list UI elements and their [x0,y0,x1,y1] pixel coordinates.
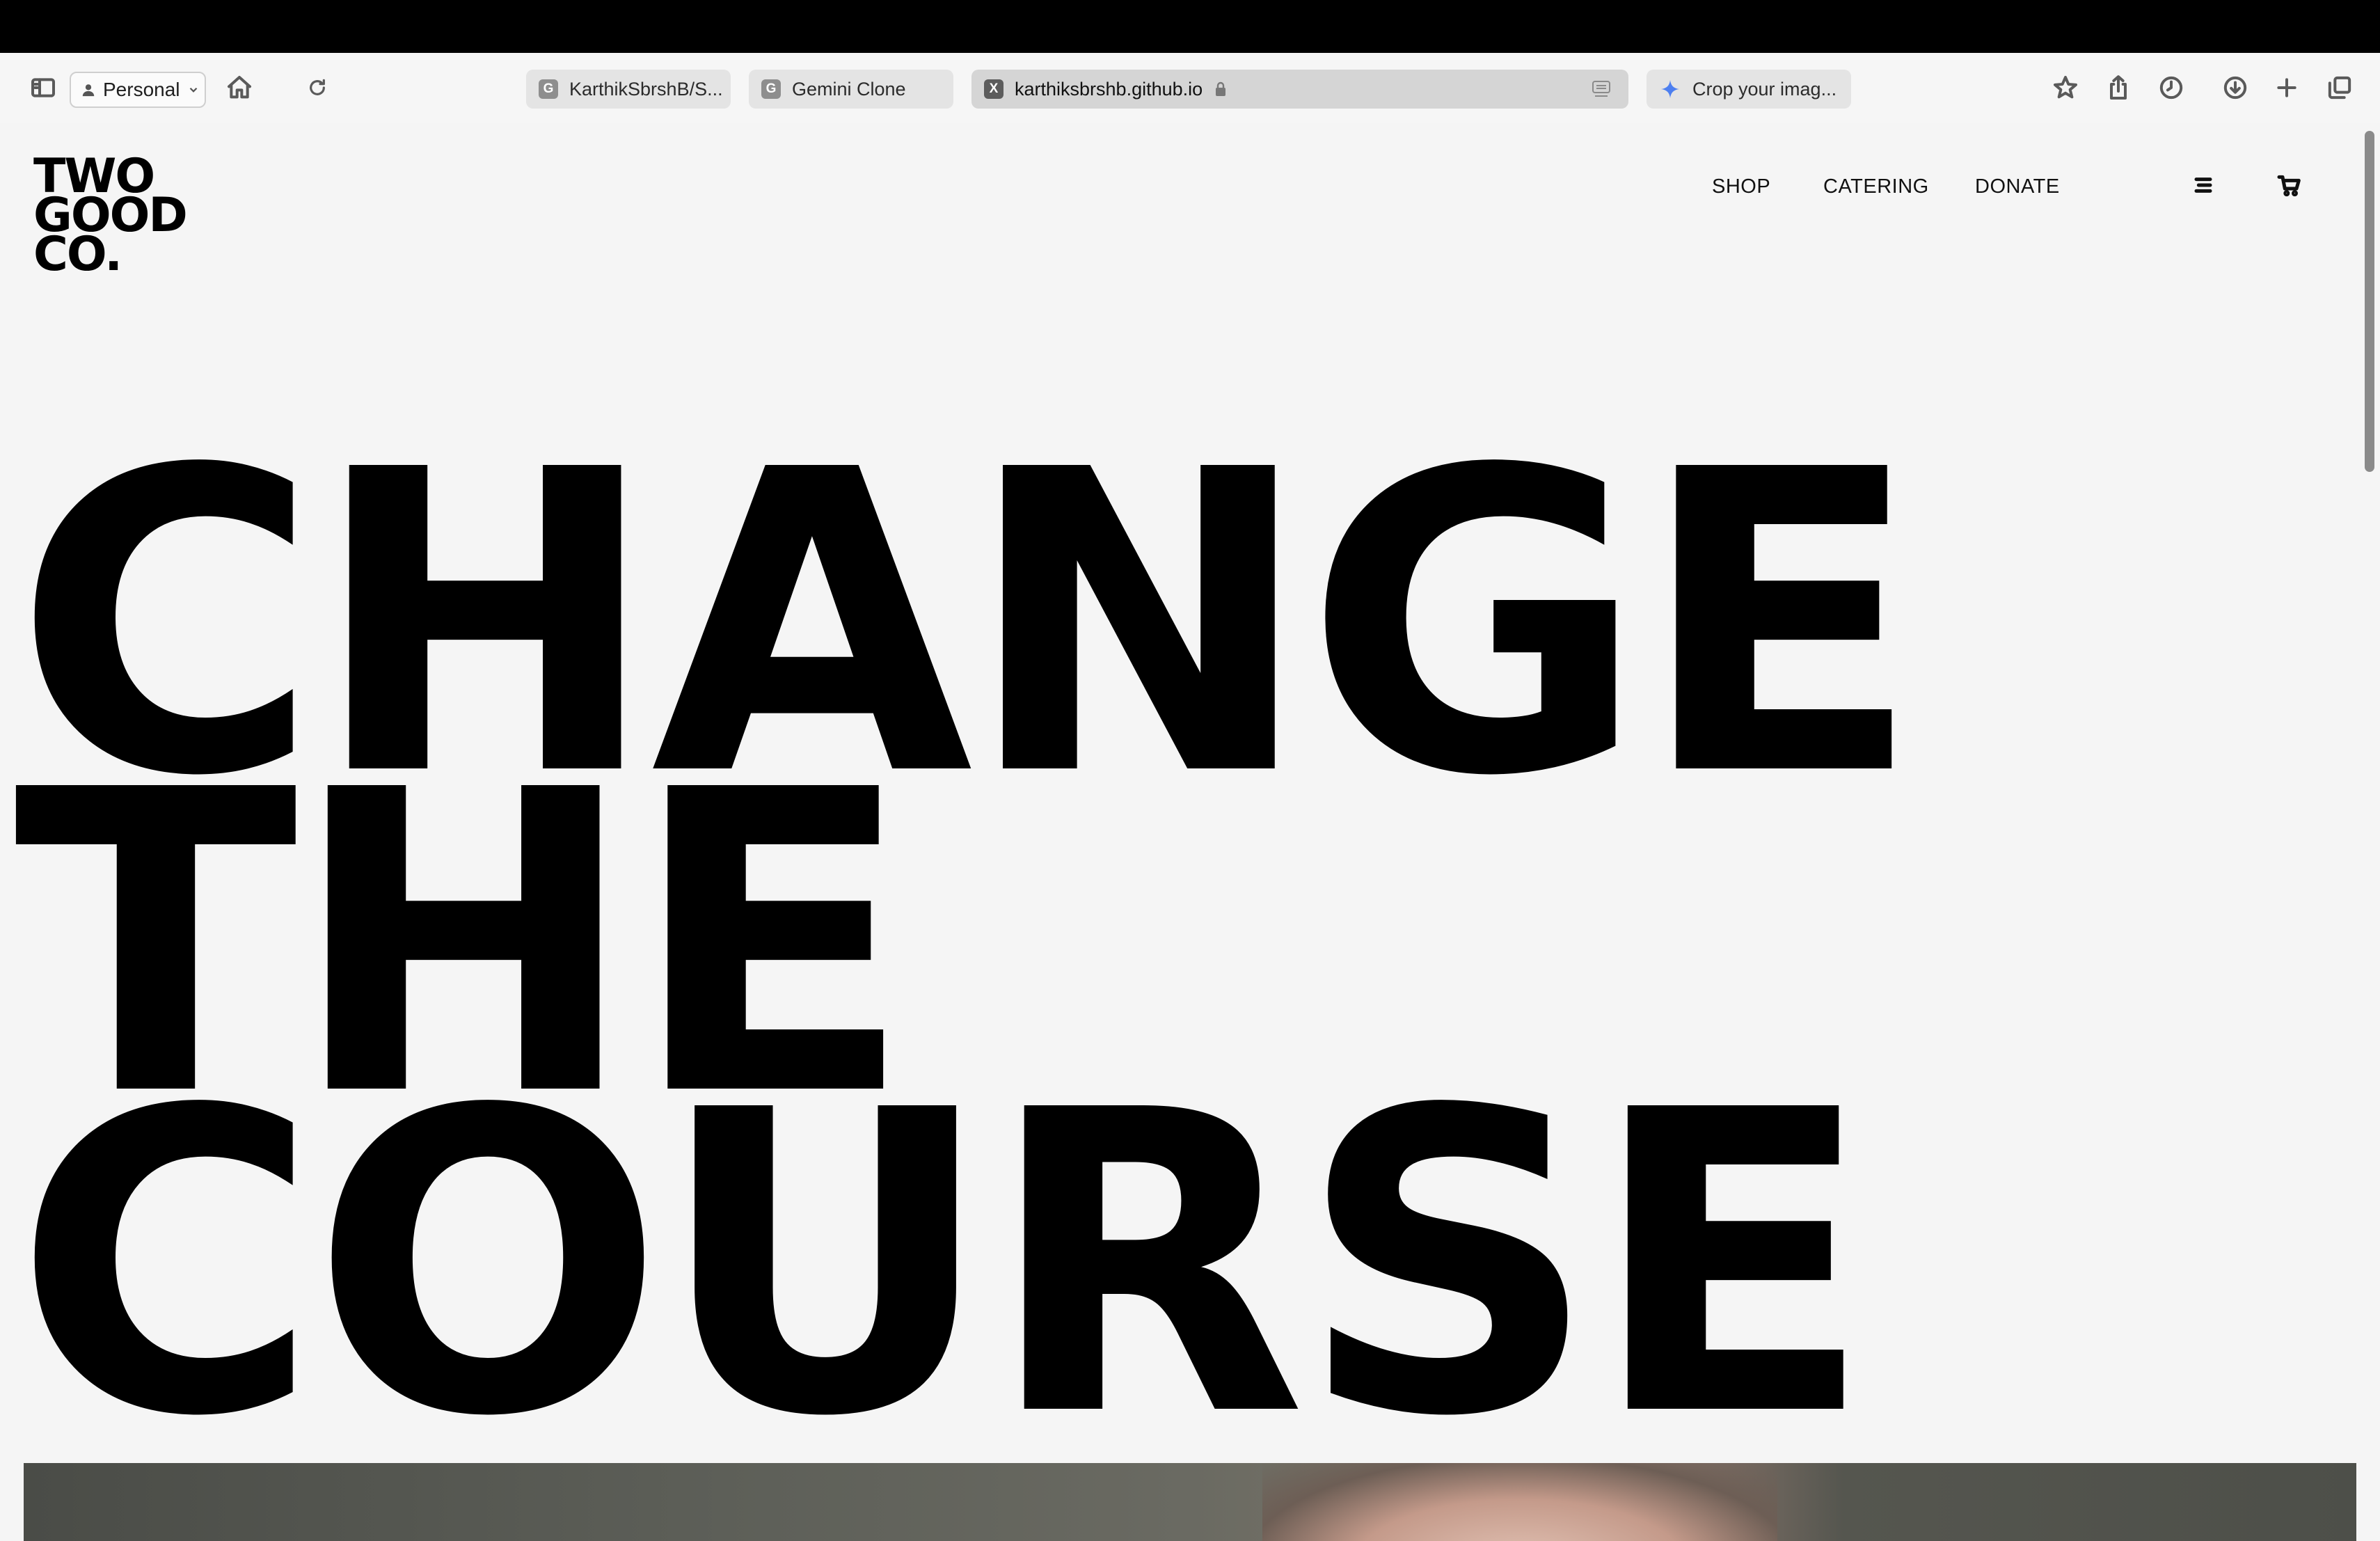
profile-selector[interactable]: Personal [70,72,206,108]
tab-title: KarthikSbrshB/S... [569,78,723,100]
download-icon[interactable] [2217,70,2253,106]
person-icon [82,84,95,97]
share-icon[interactable] [2100,70,2136,106]
nav-catering-link[interactable]: CATERING [1823,175,1929,198]
tab-karthiksbrshb-repo[interactable]: G KarthikSbrshB/S... [526,70,731,109]
web-page: TWO GOOD CO. SHOP CATERING DONATE CHANGE… [0,123,2380,1541]
person-photo [1262,1463,1777,1541]
tab-crop-image[interactable]: Crop your imag... [1647,70,1851,109]
tab-url: karthiksbrshb.github.io [1015,78,1203,100]
hero-heading: CHANGE THE COURSE [14,417,1922,1508]
history-icon[interactable] [2153,70,2189,106]
chevron-down-icon [189,87,197,93]
star-icon[interactable] [2047,70,2084,106]
tab-overview-icon[interactable] [2322,70,2358,106]
lock-icon [1216,81,1226,96]
nav-shop-link[interactable]: SHOP [1712,175,1770,198]
tab-title: Gemini Clone [792,78,906,100]
browser-toolbar: Personal G KarthikSbrshB/S... G Gemini C… [0,53,2380,123]
gemini-icon [1661,80,1679,98]
hero-video-image [24,1463,2356,1541]
two-good-co-logo[interactable]: TWO GOOD CO. [33,153,188,278]
site-favicon-icon: X [984,79,1003,99]
tab-title: Crop your imag... [1692,78,1837,100]
new-tab-icon[interactable] [2269,70,2305,106]
sidebar-icon[interactable] [25,70,61,106]
tab-karthiksbrshb-site[interactable]: X karthiksbrshb.github.io [971,70,1628,109]
tab-gemini-clone[interactable]: G Gemini Clone [749,70,953,109]
reload-icon[interactable] [299,70,335,106]
github-favicon-icon: G [761,79,781,99]
page-scrollbar[interactable] [2365,131,2374,472]
profile-label: Personal [103,79,180,100]
github-favicon-icon: G [539,79,558,99]
home-icon[interactable] [221,70,257,106]
menu-icon[interactable] [2189,171,2217,199]
system-menu-bar [0,0,2380,53]
hero-line: COURSE [14,1023,1873,1508]
reader-mode-icon[interactable] [1591,79,1612,99]
cart-icon[interactable] [2276,171,2303,199]
nav-donate-link[interactable]: DONATE [1975,175,2060,198]
